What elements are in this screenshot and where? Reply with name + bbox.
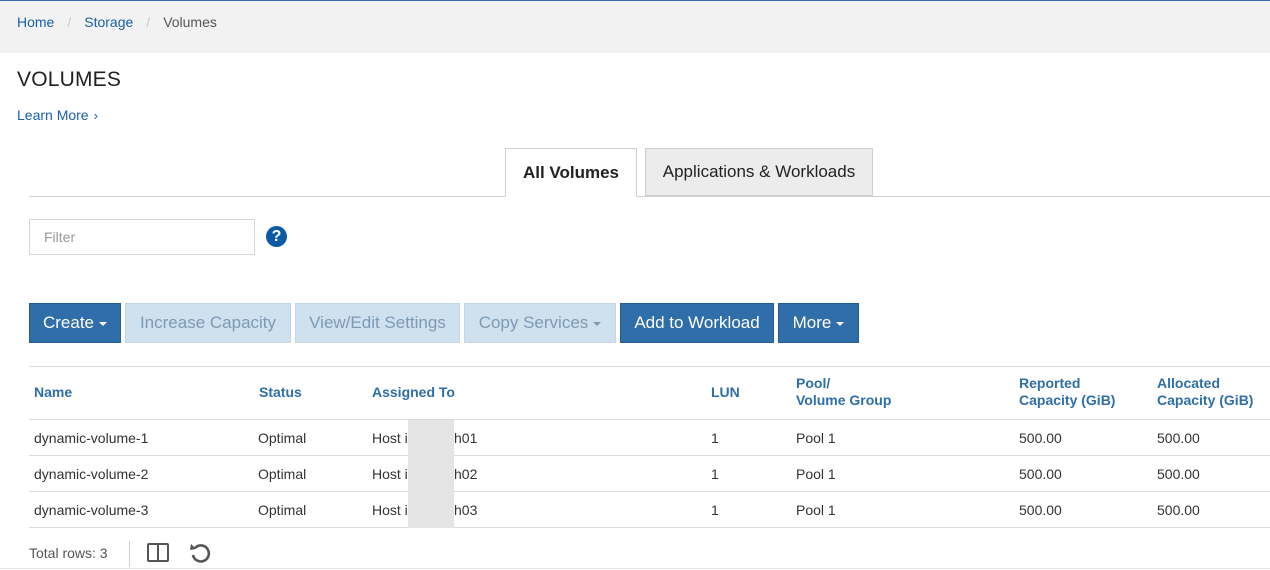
column-header-reported-capacity[interactable]: Reported Capacity (GiB) bbox=[1019, 375, 1115, 409]
increase-capacity-button[interactable]: Increase Capacity bbox=[125, 303, 291, 343]
cell-name: dynamic-volume-1 bbox=[34, 430, 149, 446]
filter-input[interactable] bbox=[29, 219, 255, 255]
caret-down-icon bbox=[593, 322, 602, 326]
column-header-reported-line2: Capacity (GiB) bbox=[1019, 392, 1116, 408]
footer-divider bbox=[129, 541, 130, 567]
column-header-allocated-capacity[interactable]: Allocated Capacity (GiB) bbox=[1157, 375, 1253, 409]
create-button-label: Create bbox=[42, 313, 95, 332]
breadcrumb-home[interactable]: Home bbox=[17, 14, 54, 30]
cell-lun: 1 bbox=[711, 466, 719, 482]
total-rows-label: Total rows: 3 bbox=[29, 545, 108, 561]
breadcrumb-separator: / bbox=[67, 14, 72, 30]
redacted-block bbox=[408, 456, 454, 492]
learn-more-link[interactable]: Learn More › bbox=[17, 107, 98, 123]
tab-divider bbox=[29, 196, 1270, 197]
table-row[interactable]: dynamic-volume-3 Optimal Host i h03 1 Po… bbox=[29, 492, 1270, 528]
bottom-border bbox=[0, 568, 1270, 569]
chevron-right-icon: › bbox=[93, 107, 98, 123]
copy-services-button[interactable]: Copy Services bbox=[464, 303, 616, 343]
question-circle-icon[interactable]: ? bbox=[266, 226, 287, 247]
cell-assigned-prefix: Host i bbox=[372, 430, 408, 446]
cell-allocated-capacity: 500.00 bbox=[1157, 466, 1200, 482]
table-top-border bbox=[29, 366, 1270, 367]
refresh-icon[interactable] bbox=[189, 540, 211, 564]
breadcrumb-current: Volumes bbox=[163, 14, 217, 30]
cell-allocated-capacity: 500.00 bbox=[1157, 502, 1200, 518]
cell-pool: Pool 1 bbox=[796, 466, 836, 482]
more-button-label: More bbox=[792, 313, 832, 332]
column-header-name[interactable]: Name bbox=[34, 384, 72, 401]
cell-reported-capacity: 500.00 bbox=[1019, 466, 1062, 482]
create-button[interactable]: Create bbox=[29, 303, 121, 343]
column-header-assigned-to[interactable]: Assigned To bbox=[372, 384, 455, 401]
cell-status: Optimal bbox=[258, 430, 307, 446]
column-header-pool-line1: Pool/ bbox=[796, 375, 831, 391]
cell-name: dynamic-volume-3 bbox=[34, 502, 149, 518]
breadcrumb-bar: Home / Storage / Volumes bbox=[0, 1, 1270, 53]
cell-reported-capacity: 500.00 bbox=[1019, 430, 1062, 446]
copy-services-button-label: Copy Services bbox=[478, 313, 589, 332]
cell-assigned-suffix: h01 bbox=[454, 430, 478, 446]
columns-icon[interactable] bbox=[147, 543, 169, 562]
cell-lun: 1 bbox=[711, 502, 719, 518]
column-header-allocated-line1: Allocated bbox=[1157, 375, 1221, 391]
cell-assigned-suffix: h03 bbox=[454, 502, 478, 518]
column-header-reported-line1: Reported bbox=[1019, 375, 1081, 391]
cell-lun: 1 bbox=[711, 430, 719, 446]
cell-assigned-suffix: h02 bbox=[454, 466, 478, 482]
caret-down-icon bbox=[99, 322, 108, 326]
learn-more-label: Learn More bbox=[17, 107, 89, 123]
breadcrumb: Home / Storage / Volumes bbox=[17, 14, 217, 30]
column-header-status[interactable]: Status bbox=[259, 384, 302, 401]
tab-all-volumes[interactable]: All Volumes bbox=[505, 148, 637, 197]
breadcrumb-separator: / bbox=[146, 14, 151, 30]
redacted-block bbox=[408, 492, 454, 528]
add-to-workload-button[interactable]: Add to Workload bbox=[620, 303, 774, 343]
cell-assigned-prefix: Host i bbox=[372, 502, 408, 518]
table-row[interactable]: dynamic-volume-1 Optimal Host i h01 1 Po… bbox=[29, 420, 1270, 456]
cell-name: dynamic-volume-2 bbox=[34, 466, 149, 482]
tab-applications-workloads[interactable]: Applications & Workloads bbox=[645, 148, 873, 196]
column-header-lun[interactable]: LUN bbox=[711, 384, 740, 401]
more-button[interactable]: More bbox=[778, 303, 859, 343]
breadcrumb-storage[interactable]: Storage bbox=[84, 14, 133, 30]
column-header-pool[interactable]: Pool/ Volume Group bbox=[796, 375, 891, 409]
page-title: VOLUMES bbox=[17, 68, 122, 91]
redacted-block bbox=[408, 420, 454, 456]
table-row[interactable]: dynamic-volume-2 Optimal Host i h02 1 Po… bbox=[29, 456, 1270, 492]
cell-allocated-capacity: 500.00 bbox=[1157, 430, 1200, 446]
cell-reported-capacity: 500.00 bbox=[1019, 502, 1062, 518]
cell-assigned-prefix: Host i bbox=[372, 466, 408, 482]
view-edit-settings-button[interactable]: View/Edit Settings bbox=[295, 303, 460, 343]
caret-down-icon bbox=[836, 322, 845, 326]
cell-status: Optimal bbox=[258, 466, 307, 482]
cell-status: Optimal bbox=[258, 502, 307, 518]
column-header-pool-line2: Volume Group bbox=[796, 392, 892, 408]
cell-pool: Pool 1 bbox=[796, 502, 836, 518]
cell-pool: Pool 1 bbox=[796, 430, 836, 446]
column-header-allocated-line2: Capacity (GiB) bbox=[1157, 392, 1254, 408]
